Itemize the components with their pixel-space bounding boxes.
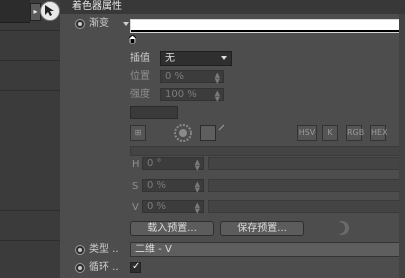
type-animate-radio[interactable] [75, 245, 85, 255]
cycle-animate-radio[interactable] [75, 263, 85, 273]
position-value: 0 % [165, 71, 185, 82]
shader-properties-panel: 着色器属性 渐变 插值 无 位置 0 % ▲ ▼ 强度 100 % ▲ ▼ ⊞ HS… [60, 0, 405, 278]
gradient-knot-icon[interactable] [129, 35, 136, 44]
load-preset-button[interactable]: 载入预置... [130, 221, 214, 236]
kelvin-mode-button[interactable]: K [322, 125, 338, 141]
type-label: 类型 .. [89, 244, 119, 255]
v-field[interactable]: 0 % ▲ ▼ [142, 200, 204, 215]
type-value: 二维 - V [135, 244, 172, 255]
scrollbar[interactable] [399, 14, 405, 278]
interpolation-value: 无 [165, 53, 175, 64]
intensity-value: 100 % [165, 89, 197, 100]
h-value: 0 ° [147, 158, 162, 169]
v-value: 0 % [147, 201, 167, 212]
intensity-label: 强度 [130, 89, 150, 100]
collapsed-tab[interactable] [0, 0, 30, 23]
s-slider[interactable] [208, 179, 405, 192]
s-label: S [132, 181, 139, 192]
save-preset-button[interactable]: 保存预置... [220, 221, 304, 236]
spinner-icon[interactable]: ▲ ▼ [195, 202, 200, 215]
interpolation-label: 插值 [130, 53, 150, 64]
position-label: 位置 [130, 71, 150, 82]
h-label: H [132, 159, 140, 170]
gradient-label: 渐变 [89, 18, 109, 29]
position-field[interactable]: 0 % ▲ ▼ [160, 70, 224, 85]
cycle-label: 循环 .. [89, 262, 119, 273]
intensity-field[interactable]: 100 % ▲ ▼ [160, 88, 224, 103]
v-label: V [132, 202, 139, 213]
interpolation-select[interactable]: 无 [160, 51, 232, 66]
moon-icon[interactable] [334, 220, 350, 236]
separator-bar [130, 146, 405, 156]
chevron-down-icon [221, 56, 227, 60]
gradient-animate-radio[interactable] [75, 19, 85, 29]
gradient-bar[interactable] [130, 19, 405, 33]
s-field[interactable]: 0 % ▲ ▼ [142, 179, 204, 194]
gradient-expand-icon[interactable] [123, 22, 129, 26]
hex-mode-button[interactable]: HEX [370, 125, 388, 141]
spinner-icon[interactable]: ▲ ▼ [215, 90, 220, 103]
spinner-icon[interactable]: ▲ ▼ [215, 72, 220, 85]
color-swatch-icon[interactable] [200, 125, 216, 141]
knot-color-swatch[interactable] [130, 106, 178, 119]
spinner-icon[interactable]: ▲ ▼ [195, 181, 200, 194]
hsv-mode-button[interactable]: HSV [297, 125, 317, 141]
type-select[interactable]: 二维 - V [130, 242, 405, 257]
h-slider[interactable] [208, 157, 405, 170]
v-slider[interactable] [208, 200, 405, 213]
cycle-checkbox[interactable] [130, 261, 141, 273]
cursor-icon[interactable] [40, 1, 60, 21]
h-field[interactable]: 0 ° ▲ ▼ [142, 157, 204, 172]
panel-title: 着色器属性 [60, 0, 405, 14]
left-strip: ▸ [0, 0, 60, 278]
swatch-menu-icon[interactable] [218, 124, 226, 132]
spinner-icon[interactable]: ▲ ▼ [195, 159, 200, 172]
color-wheel-icon[interactable] [174, 124, 192, 142]
rgb-mode-button[interactable]: RGB [346, 125, 364, 141]
s-value: 0 % [147, 180, 167, 191]
color-picker-icon[interactable]: ⊞ [130, 125, 146, 141]
